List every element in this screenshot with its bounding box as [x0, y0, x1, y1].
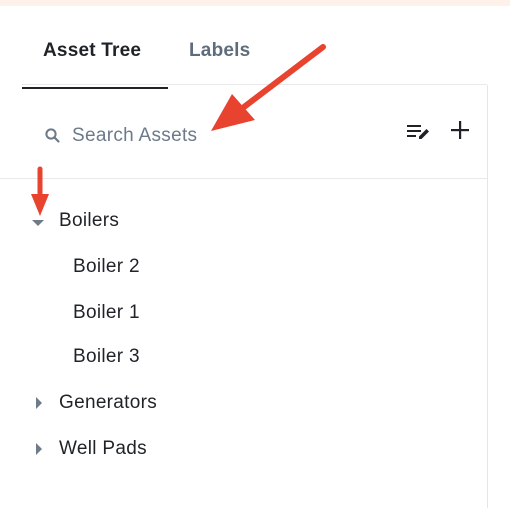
tree-node-label: Well Pads — [59, 438, 147, 459]
add-icon[interactable] — [448, 118, 472, 142]
list-edit-icon[interactable] — [405, 120, 433, 144]
panel-right-border — [487, 85, 488, 508]
tree-node-label: Boiler 2 — [73, 256, 140, 277]
tree-node-label: Boilers — [59, 210, 120, 231]
caret-right-icon[interactable] — [32, 396, 46, 410]
search-row — [0, 110, 487, 160]
caret-right-icon[interactable] — [32, 442, 46, 456]
tree-node-label: Boiler 3 — [73, 346, 140, 367]
tab-bar: Asset Tree Labels — [22, 12, 487, 90]
search-icon — [45, 128, 60, 143]
tree-node-well-pads[interactable]: Well Pads — [0, 433, 487, 465]
tree-node-label: Boiler 1 — [73, 302, 140, 323]
tab-bar-divider — [22, 84, 487, 85]
tab-labels[interactable]: Labels — [189, 40, 250, 62]
tree-node-label: Generators — [59, 392, 158, 413]
tree-node-boiler-1[interactable]: Boiler 1 — [0, 297, 487, 329]
tree-node-generators[interactable]: Generators — [0, 387, 487, 419]
caret-down-icon[interactable] — [31, 216, 45, 230]
tree-node-boiler-2[interactable]: Boiler 2 — [0, 251, 487, 283]
tab-asset-tree[interactable]: Asset Tree — [43, 40, 141, 62]
search-divider — [0, 178, 487, 179]
tree-node-boiler-3[interactable]: Boiler 3 — [0, 341, 487, 373]
search-input[interactable] — [72, 120, 372, 152]
active-tab-indicator — [22, 87, 168, 89]
tree-node-boilers[interactable]: Boilers — [0, 205, 487, 237]
